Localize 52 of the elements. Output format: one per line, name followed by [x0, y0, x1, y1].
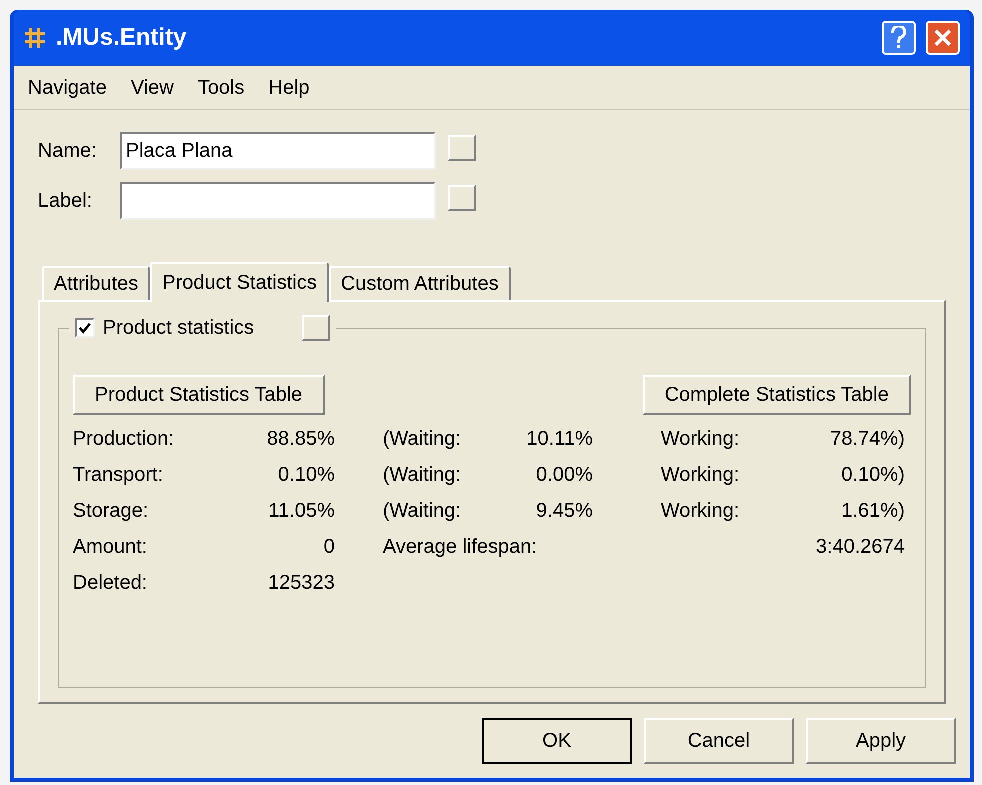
tab[interactable]: Product Statistics: [150, 262, 329, 302]
checkmark-icon: [78, 321, 92, 335]
stat-value: 0.00%: [536, 463, 593, 488]
field-label: Name:: [38, 139, 98, 164]
help-icon: [891, 26, 907, 50]
close-button[interactable]: [926, 21, 960, 55]
stat-label: Average lifespan:: [383, 535, 538, 560]
table-button[interactable]: Product Statistics Table: [73, 375, 325, 415]
stat-value: 10.11%: [526, 427, 593, 452]
small-button[interactable]: [448, 184, 476, 210]
stat-value: 88.85%: [267, 427, 335, 452]
tab[interactable]: Custom Attributes: [329, 266, 511, 300]
stat-label: Deleted:: [73, 571, 148, 596]
text-field[interactable]: [120, 182, 436, 220]
stat-label: Working:: [661, 427, 740, 452]
menu-item[interactable]: View: [130, 72, 174, 102]
text-field[interactable]: Placa Plana: [120, 132, 436, 170]
checkbox[interactable]: [75, 318, 95, 338]
small-button[interactable]: [302, 315, 330, 341]
small-button[interactable]: [448, 134, 476, 160]
grid-icon: [24, 27, 46, 49]
stat-value: 78.74%): [830, 427, 905, 452]
stat-label: (Waiting:: [383, 463, 462, 488]
table-button[interactable]: Complete Statistics Table: [642, 375, 911, 415]
dialog-button[interactable]: Cancel: [644, 718, 794, 764]
stat-label: Production:: [73, 427, 174, 452]
menu-item[interactable]: Help: [268, 72, 310, 102]
window-title: .MUs.Entity: [56, 23, 188, 53]
stat-label: Working:: [661, 499, 740, 524]
stat-value: 11.05%: [268, 499, 335, 524]
dialog-button[interactable]: OK: [482, 718, 632, 764]
stat-value: 0.10%): [842, 463, 905, 488]
stat-value: 1.61%): [842, 499, 905, 524]
menu-item[interactable]: Navigate: [28, 72, 107, 102]
dialog-button[interactable]: Apply: [806, 718, 956, 764]
stat-label: Transport:: [73, 463, 164, 488]
field-label: Label:: [38, 189, 94, 214]
checkbox-label: Product statistics: [103, 316, 254, 341]
stat-label: (Waiting:: [383, 427, 462, 452]
stat-value: 3:40.2674: [816, 535, 905, 560]
stat-value: 9.45%: [536, 499, 593, 524]
stat-label: Storage:: [73, 499, 149, 524]
stat-label: Amount:: [73, 535, 148, 560]
stat-value: 0.10%: [278, 463, 335, 488]
stat-label: Working:: [661, 463, 740, 488]
help-button[interactable]: [882, 21, 916, 55]
tab[interactable]: Attributes: [42, 266, 150, 300]
stat-label: (Waiting:: [383, 499, 462, 524]
stat-value: 0: [324, 535, 335, 560]
menu-item[interactable]: Tools: [198, 72, 245, 102]
stat-value: 125323: [268, 571, 335, 596]
close-icon: [933, 28, 953, 48]
